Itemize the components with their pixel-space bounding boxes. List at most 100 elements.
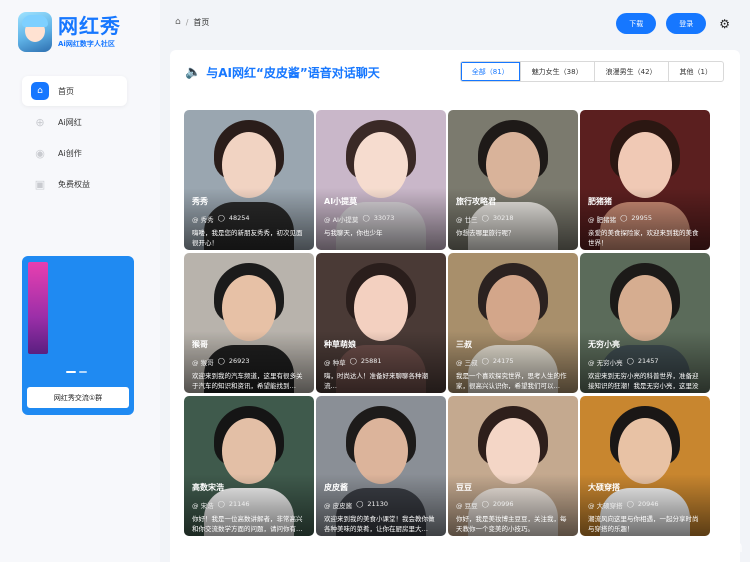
sidebar-item-home[interactable]: ⌂ 首页 <box>22 76 127 106</box>
influencer-card[interactable]: 高数宋浩 @ 宋浩 ◯ 21146 你好！我是一位高数讲解者，非常高兴和你交流数学方面的… <box>184 396 314 536</box>
login-button[interactable]: 登录 <box>666 13 707 34</box>
carousel-dots[interactable] <box>66 371 87 373</box>
card-handle: @ 无穷小亮 <box>588 359 623 367</box>
card-name: 高数宋浩 <box>192 483 224 492</box>
card-name: 秀秀 <box>192 197 208 206</box>
palette-icon: ◉ <box>35 146 45 160</box>
card-description: 与我聊天，你也少年 <box>324 229 383 237</box>
card-handle: @ 猴哥 <box>192 359 214 367</box>
influencer-card[interactable]: 豆豆 @ 豆豆 ◯ 20996 你好，我是美妆博主豆豆，关注我，每天教你一个变美的小技巧… <box>448 396 578 536</box>
influencer-card[interactable]: 旅行攻略君 @ 廿三 ◯ 30218 你想去哪里旅行呢？ <box>448 110 578 250</box>
card-chat-count: 25881 <box>360 357 382 365</box>
card-chat-count: 48254 <box>228 214 250 222</box>
card-chat-count: 24175 <box>492 357 514 365</box>
filter-charming-girls[interactable]: 魅力女生（38） <box>519 62 594 81</box>
card-meta: @ 肥猪猪 ◯ 29955 <box>588 214 652 224</box>
influencer-card[interactable]: 猴哥 @ 猴哥 ◯ 26923 欢迎来到我的汽车频道，这里有很多关于汽车的知识和资讯，希… <box>184 253 314 393</box>
card-meta: @ 宋浩 ◯ 21146 <box>192 500 250 510</box>
topbar: ⌂ / 首页 下载 登录 ⚙ <box>175 10 730 34</box>
influencer-card[interactable]: 种草萌娘 @ 种草 ◯ 25881 嗨，时尚达人！准备好来聊聊各种潮流… <box>316 253 446 393</box>
card-name: 三叔 <box>456 340 472 349</box>
card-meta: @ 皮皮酱 ◯ 21130 <box>324 500 388 510</box>
card-chat-count: 20946 <box>637 500 659 508</box>
logo[interactable]: 网红秀 Ai网红数字人社区 <box>18 12 121 52</box>
chat-icon: ◯ <box>626 500 634 508</box>
card-meta: @ 秀秀 ◯ 48254 <box>192 214 250 224</box>
sidebar-item-free-benefits[interactable]: ▣ 免费权益 <box>22 169 127 199</box>
chat-icon: ◯ <box>620 214 628 222</box>
card-handle: @ 肥猪猪 <box>588 216 617 224</box>
influencer-card[interactable]: 肥猪猪 @ 肥猪猪 ◯ 29955 亲爱的美食探险家，欢迎来到我的美食世界！ <box>580 110 710 250</box>
main-panel: 🔈 与AI网红“皮皮酱”语音对话聊天 全部（81） 魅力女生（38） 浪漫男生（… <box>170 50 740 562</box>
card-meta: @ 种草 ◯ 25881 <box>324 357 382 367</box>
promo-image <box>28 262 48 354</box>
card-meta: @ 廿三 ◯ 30218 <box>456 214 514 224</box>
card-handle: @ 秀秀 <box>192 216 214 224</box>
chat-icon: ◯ <box>349 357 357 365</box>
gear-icon[interactable]: ⚙ <box>719 17 730 31</box>
card-handle: @ 种草 <box>324 359 346 367</box>
card-description: 欢迎来到无穷小亮的科普世界，准备迎接知识的狂潮！我是无穷小亮，这里没有密… <box>588 372 699 390</box>
card-chat-count: 30218 <box>492 214 514 222</box>
influencer-card[interactable]: 皮皮酱 @ 皮皮酱 ◯ 21130 欢迎来到我的美食小课堂！我会教你做各种美味的菜肴，让… <box>316 396 446 536</box>
card-chat-count: 33073 <box>373 214 395 222</box>
card-chat-count: 21457 <box>637 357 659 365</box>
card-handle: @ 皮皮酱 <box>324 502 353 510</box>
speaker-icon: 🔈 <box>185 65 202 80</box>
chat-icon: ◯ <box>626 357 634 365</box>
join-group-button[interactable]: 网红秀交流①群 <box>27 387 129 408</box>
card-description: 潮流风向这里与你相遇，一起分享时尚与穿搭的乐趣！ <box>588 515 699 533</box>
card-name: 肥猪猪 <box>588 197 612 206</box>
download-button[interactable]: 下载 <box>616 13 657 34</box>
card-chat-count: 21130 <box>367 500 389 508</box>
category-filters: 全部（81） 魅力女生（38） 浪漫男生（42） 其他（1） <box>459 61 724 82</box>
logo-title: 网红秀 <box>58 14 121 38</box>
card-chat-count: 21146 <box>228 500 250 508</box>
card-description: 你好，我是美妆博主豆豆，关注我，每天教你一个变美的小技巧。 <box>456 515 567 533</box>
filter-all[interactable]: 全部（81） <box>461 62 520 81</box>
sidebar-item-ai-create[interactable]: ◉ Ai创作 <box>22 138 127 168</box>
card-chat-count: 20996 <box>492 500 514 508</box>
logo-avatar-image <box>18 12 52 52</box>
card-description: 我是一个喜欢探究世界，思考人生的作家，很高兴认识你，希望我们可以… <box>456 372 567 390</box>
breadcrumb[interactable]: 首页 <box>193 17 209 28</box>
card-chat-count: 29955 <box>631 214 653 222</box>
chat-icon: ◯ <box>481 357 489 365</box>
card-description: 嗨，时尚达人！准备好来聊聊各种潮流… <box>324 372 428 390</box>
card-meta: @ 三叔 ◯ 24175 <box>456 357 514 367</box>
sidebar-item-ai-influencer[interactable]: ⊕ Ai网红 <box>22 107 127 137</box>
section-title: 与AI网红“皮皮酱”语音对话聊天 <box>206 66 380 80</box>
sidebar: 网红秀 Ai网红数字人社区 ⌂ 首页 ⊕ Ai网红 ◉ Ai创作 ▣ 免费权益 … <box>0 0 160 562</box>
card-handle: @ 宋浩 <box>192 502 214 510</box>
card-chat-count: 26923 <box>228 357 250 365</box>
card-name: 旅行攻略君 <box>456 197 496 206</box>
influencer-card[interactable]: AI小提莫 @ AI小提莫 ◯ 33073 与我聊天，你也少年 <box>316 110 446 250</box>
card-description: 你好！我是一位高数讲解者，非常高兴和你交流数学方面的问题，请问你有… <box>192 515 303 533</box>
influencer-card[interactable]: 秀秀 @ 秀秀 ◯ 48254 嗨喽，我是您的新朋友秀秀，初次见面很开心！ <box>184 110 314 250</box>
influencer-card[interactable]: 三叔 @ 三叔 ◯ 24175 我是一个喜欢探究世界，思考人生的作家，很高兴认识你，希望… <box>448 253 578 393</box>
gift-icon: ▣ <box>34 177 46 191</box>
card-handle: @ 廿三 <box>456 216 478 224</box>
chat-icon: ◯ <box>217 214 225 222</box>
chat-icon: ◯ <box>217 357 225 365</box>
card-handle: @ 豆豆 <box>456 502 478 510</box>
card-name: 种草萌娘 <box>324 340 356 349</box>
card-meta: @ 大硕穿搭 ◯ 20946 <box>588 500 659 510</box>
influencer-card[interactable]: 大硕穿搭 @ 大硕穿搭 ◯ 20946 潮流风向这里与你相遇，一起分享时尚与穿搭的乐趣！ <box>580 396 710 536</box>
card-handle: @ AI小提莫 <box>324 216 359 224</box>
card-handle: @ 大硕穿搭 <box>588 502 623 510</box>
chat-icon: ◯ <box>362 214 370 222</box>
influencer-card[interactable]: 无穷小亮 @ 无穷小亮 ◯ 21457 欢迎来到无穷小亮的科普世界，准备迎接知识的狂潮！… <box>580 253 710 393</box>
sidebar-item-label: Ai创作 <box>58 148 82 158</box>
card-name: 豆豆 <box>456 483 472 492</box>
card-handle: @ 三叔 <box>456 359 478 367</box>
card-description: 欢迎来到我的汽车频道，这里有很多关于汽车的知识和资讯，希望能找到… <box>192 372 303 390</box>
card-name: AI小提莫 <box>324 197 358 206</box>
chat-icon: ◯ <box>481 214 489 222</box>
filter-other[interactable]: 其他（1） <box>667 62 723 81</box>
filter-romantic-boys[interactable]: 浪漫男生（42） <box>593 62 668 81</box>
promo-banner[interactable]: 网红秀交流①群 <box>22 256 134 415</box>
home-icon[interactable]: ⌂ <box>175 17 181 27</box>
card-name: 大硕穿搭 <box>588 483 620 492</box>
card-description: 你想去哪里旅行呢？ <box>456 229 515 237</box>
